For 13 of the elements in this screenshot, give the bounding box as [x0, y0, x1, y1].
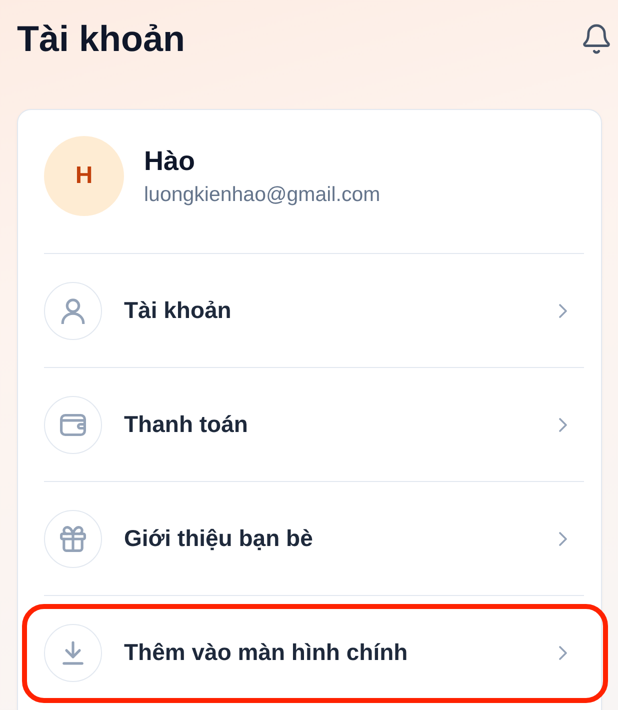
- user-name: Hào: [144, 145, 196, 177]
- menu-item[interactable]: Thanh toán: [44, 367, 584, 481]
- bell-icon[interactable]: [583, 24, 610, 54]
- chevron-icon: [559, 304, 567, 318]
- avatar: H: [44, 136, 124, 216]
- menu-item[interactable]: Giới thiệu bạn bè: [44, 481, 584, 595]
- menu-item[interactable]: Thêm vào màn hình chính: [44, 595, 584, 709]
- page-title: Tài khoản: [17, 17, 186, 61]
- chevron-icon: [559, 418, 567, 432]
- chevron-icon: [559, 532, 567, 546]
- user-email: luongkienhao@gmail.com: [144, 182, 380, 207]
- menu-item[interactable]: Tài khoản: [44, 253, 584, 367]
- chevron-icon: [559, 646, 567, 660]
